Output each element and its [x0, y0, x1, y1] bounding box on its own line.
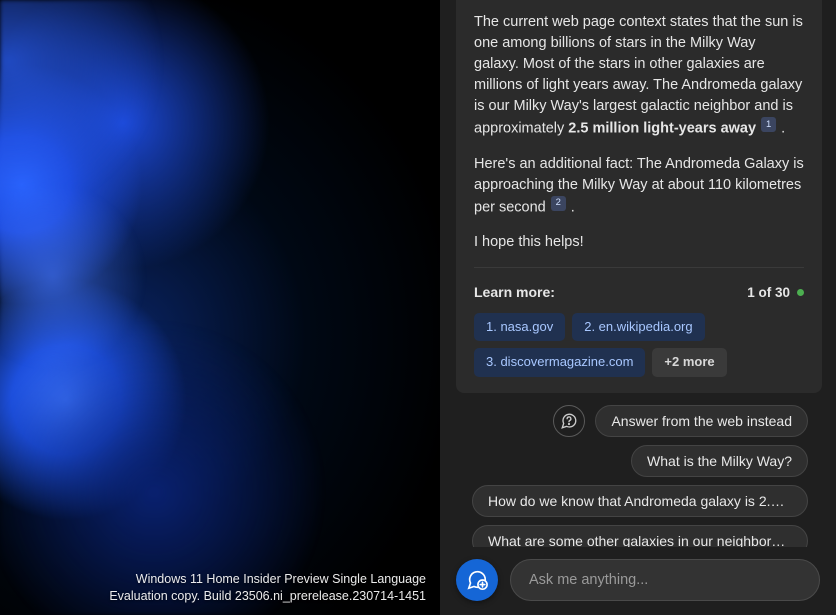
suggestion-other-galaxies[interactable]: What are some other galaxies in our neig… — [472, 525, 808, 547]
watermark-line1: Windows 11 Home Insider Preview Single L… — [109, 571, 426, 588]
response-paragraph-1: The current web page context states that… — [474, 12, 804, 140]
suggestion-andromeda-distance[interactable]: How do we know that Andromeda galaxy is … — [472, 485, 808, 517]
ai-response-card: The current web page context states that… — [456, 0, 822, 393]
windows-watermark: Windows 11 Home Insider Preview Single L… — [109, 571, 426, 605]
chat-scroll-area[interactable]: The current web page context states that… — [440, 0, 836, 547]
learn-more-section: Learn more: 1 of 30 1. nasa.gov 2. en.wi… — [474, 267, 804, 377]
citation-2[interactable]: 2 — [551, 196, 566, 211]
ask-input[interactable]: Ask me anything... — [510, 559, 820, 601]
citation-1[interactable]: 1 — [761, 117, 776, 132]
suggestion-milky-way[interactable]: What is the Milky Way? — [631, 445, 808, 477]
source-counter: 1 of 30 — [747, 283, 790, 303]
learn-more-label: Learn more: — [474, 282, 747, 302]
suggestion-web-answer[interactable]: Answer from the web instead — [595, 405, 808, 437]
source-pill-more[interactable]: +2 more — [652, 348, 726, 377]
watermark-line2: Evaluation copy. Build 23506.ni_prerelea… — [109, 588, 426, 605]
ask-placeholder: Ask me anything... — [529, 572, 648, 588]
response-paragraph-2: Here's an additional fact: The Andromeda… — [474, 154, 804, 219]
suggestion-chips: Answer from the web instead What is the … — [456, 393, 822, 547]
response-paragraph-3: I hope this helps! — [474, 232, 804, 253]
source-pill-3[interactable]: 3. discovermagazine.com — [474, 348, 645, 377]
question-icon — [553, 405, 585, 437]
new-topic-button[interactable] — [456, 559, 498, 601]
source-pill-1[interactable]: 1. nasa.gov — [474, 313, 565, 342]
desktop-wallpaper: Windows 11 Home Insider Preview Single L… — [0, 0, 440, 615]
source-pill-2[interactable]: 2. en.wikipedia.org — [572, 313, 704, 342]
status-dot-icon — [797, 289, 804, 296]
compose-bar: Ask me anything... — [440, 547, 836, 615]
copilot-panel: The current web page context states that… — [440, 0, 836, 615]
